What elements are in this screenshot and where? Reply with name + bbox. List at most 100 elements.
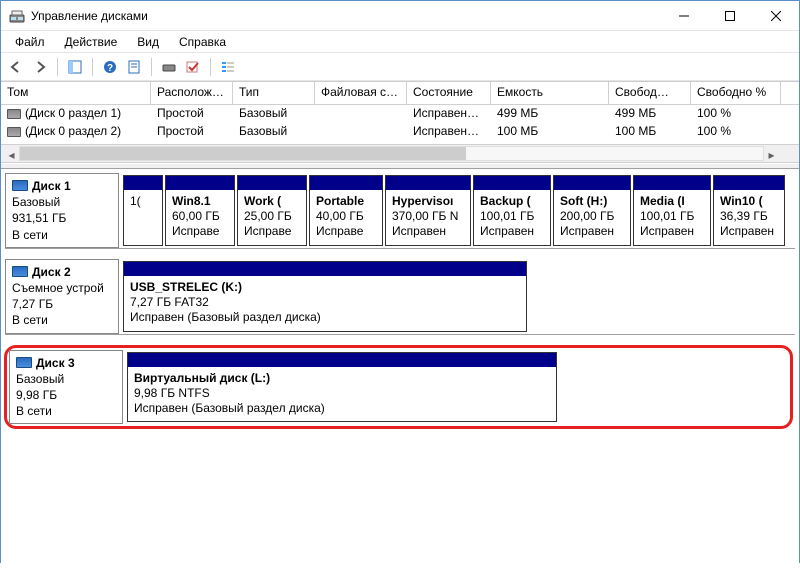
disk-row-1: Диск 1 Базовый 931,51 ГБ В сети 1( Win8.1… <box>5 173 795 249</box>
partition-state: Исправен <box>720 224 778 239</box>
disk-info[interactable]: Диск 2 Съемное устрой 7,27 ГБ В сети <box>5 259 119 334</box>
vol-free: 499 МБ <box>609 105 691 123</box>
disk-status: В сети <box>16 403 116 419</box>
disk-kind: Базовый <box>12 194 112 210</box>
partition-size: 1( <box>130 194 156 209</box>
partition-size: 100,01 ГБ <box>640 209 704 224</box>
partition-box[interactable]: 1( <box>123 175 163 246</box>
disk-icon <box>16 357 32 368</box>
volume-list-button[interactable] <box>158 56 180 78</box>
partition-name: Portable <box>316 194 376 209</box>
scrollbar-thumb[interactable] <box>20 147 466 160</box>
menu-file[interactable]: Файл <box>5 33 55 51</box>
list-view-button[interactable] <box>217 56 239 78</box>
partition-name: Win8.1 <box>172 194 228 209</box>
disk-row-3: Диск 3 Базовый 9,98 ГБ В сети Виртуальны… <box>9 350 782 425</box>
properties-button[interactable] <box>123 56 145 78</box>
toolbar-separator <box>92 58 93 76</box>
vol-type: Базовый <box>233 105 315 123</box>
partition-body: 1( <box>124 190 162 245</box>
vol-cap: 499 МБ <box>491 105 609 123</box>
vol-free: 100 МБ <box>609 123 691 141</box>
partition-color-bar <box>238 176 306 190</box>
partition-box[interactable]: USB_STRELEC (K:)7,27 ГБ FAT32Исправен (Б… <box>123 261 527 332</box>
vol-state: Исправен… <box>407 123 491 141</box>
partition-size: 100,01 ГБ <box>480 209 544 224</box>
partition-box[interactable]: Portable40,00 ГБИсправе <box>309 175 383 246</box>
col-volume[interactable]: Том <box>1 82 151 104</box>
partition-box[interactable]: Media (I100,01 ГБИсправен <box>633 175 711 246</box>
partition-name: Work ( <box>244 194 300 209</box>
partition-size: 370,00 ГБ N <box>392 209 464 224</box>
partition-body: Hypervisoı370,00 ГБ NИсправен <box>386 190 470 245</box>
partition-box[interactable]: Backup (100,01 ГБИсправен <box>473 175 551 246</box>
disk-kind: Базовый <box>16 371 116 387</box>
close-button[interactable] <box>753 1 799 31</box>
col-fs[interactable]: Файловая с… <box>315 82 407 104</box>
partition-state: Исправен (Базовый раздел диска) <box>130 310 520 325</box>
check-button[interactable] <box>182 56 204 78</box>
horizontal-scrollbar[interactable]: ◂ ▸ <box>1 145 799 163</box>
col-layout[interactable]: Располож… <box>151 82 233 104</box>
partition-box[interactable]: Виртуальный диск (L:)9,98 ГБ NTFSИсправе… <box>127 352 557 423</box>
table-row[interactable]: (Диск 0 раздел 1) Простой Базовый Исправ… <box>1 105 799 123</box>
vol-name: (Диск 0 раздел 2) <box>25 124 121 138</box>
vol-layout: Простой <box>151 123 233 141</box>
partition-name: USB_STRELEC (K:) <box>130 280 520 295</box>
col-capacity[interactable]: Емкость <box>491 82 609 104</box>
partition-body: Backup (100,01 ГБИсправен <box>474 190 550 245</box>
partition-state: Исправе <box>244 224 300 239</box>
partition-size: 7,27 ГБ FAT32 <box>130 295 520 310</box>
svg-text:?: ? <box>107 63 113 74</box>
partition-color-bar <box>634 176 710 190</box>
disk-info[interactable]: Диск 1 Базовый 931,51 ГБ В сети <box>5 173 119 248</box>
partition-name: Backup ( <box>480 194 544 209</box>
partition-body: Media (I100,01 ГБИсправен <box>634 190 710 245</box>
vol-fs <box>315 105 407 123</box>
partition-name: Hypervisoı <box>392 194 464 209</box>
disk-info[interactable]: Диск 3 Базовый 9,98 ГБ В сети <box>9 350 123 425</box>
partition-box[interactable]: Win10 (36,39 ГБИсправен <box>713 175 785 246</box>
maximize-button[interactable] <box>707 1 753 31</box>
forward-button[interactable] <box>29 56 51 78</box>
toolbar: ? <box>1 53 799 81</box>
disk-size: 9,98 ГБ <box>16 387 116 403</box>
partition-color-bar <box>386 176 470 190</box>
help-button[interactable]: ? <box>99 56 121 78</box>
minimize-button[interactable] <box>661 1 707 31</box>
partition-box[interactable]: Soft (H:)200,00 ГБИсправен <box>553 175 631 246</box>
disk-icon <box>12 266 28 277</box>
col-free[interactable]: Свобод… <box>609 82 691 104</box>
partition-state: Исправен <box>480 224 544 239</box>
back-button[interactable] <box>5 56 27 78</box>
partition-state: Исправен <box>560 224 624 239</box>
vol-pct: 100 % <box>691 123 781 141</box>
table-row[interactable]: (Диск 0 раздел 2) Простой Базовый Исправ… <box>1 123 799 141</box>
partition-size: 200,00 ГБ <box>560 209 624 224</box>
vol-cap: 100 МБ <box>491 123 609 141</box>
partition-state: Исправен <box>392 224 464 239</box>
menu-view[interactable]: Вид <box>127 33 169 51</box>
partition-body: USB_STRELEC (K:)7,27 ГБ FAT32Исправен (Б… <box>124 276 526 331</box>
partition-size: 40,00 ГБ <box>316 209 376 224</box>
partition-state: Исправен <box>640 224 704 239</box>
partition-color-bar <box>166 176 234 190</box>
partition-name: Media (I <box>640 194 704 209</box>
menu-action[interactable]: Действие <box>55 33 128 51</box>
partition-box[interactable]: Win8.160,00 ГБИсправе <box>165 175 235 246</box>
col-type[interactable]: Тип <box>233 82 315 104</box>
disk-title: Диск 1 <box>32 179 71 193</box>
show-hide-tree-button[interactable] <box>64 56 86 78</box>
col-free-pct[interactable]: Свободно % <box>691 82 781 104</box>
disk-title: Диск 2 <box>32 265 71 279</box>
vol-fs <box>315 123 407 141</box>
disk-graphical-view: Диск 1 Базовый 931,51 ГБ В сети 1( Win8.1… <box>1 169 799 569</box>
partition-box[interactable]: Hypervisoı370,00 ГБ NИсправен <box>385 175 471 246</box>
partition-box[interactable]: Work (25,00 ГБИсправе <box>237 175 307 246</box>
vol-layout: Простой <box>151 105 233 123</box>
toolbar-separator <box>210 58 211 76</box>
col-state[interactable]: Состояние <box>407 82 491 104</box>
menu-help[interactable]: Справка <box>169 33 236 51</box>
partition-size: 36,39 ГБ <box>720 209 778 224</box>
partition-state: Исправе <box>172 224 228 239</box>
